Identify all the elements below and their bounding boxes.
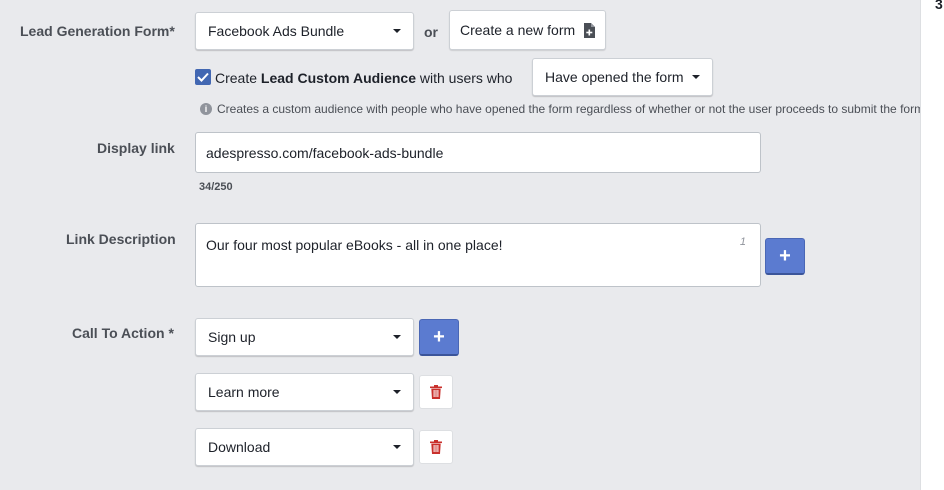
chevron-down-icon (393, 390, 401, 394)
custom-audience-text: Create Lead Custom Audience with users w… (215, 70, 512, 86)
audience-condition-select[interactable]: Have opened the form (532, 58, 713, 96)
preview-panel-edge-text: 3 (935, 0, 943, 12)
link-description-index: 1 (739, 236, 746, 248)
link-description-textarea[interactable]: Our four most popular eBooks - all in on… (195, 223, 761, 287)
create-new-form-button[interactable]: Create a new form (449, 10, 606, 50)
add-call-to-action-button[interactable]: + (419, 319, 459, 356)
audience-info-text: Creates a custom audience with people wh… (217, 102, 925, 116)
display-link-value: adespresso.com/facebook-ads-bundle (206, 144, 444, 161)
cta-select-3-value: Download (208, 439, 271, 455)
display-link-counter: 34/250 (199, 181, 233, 193)
chevron-down-icon (692, 75, 700, 79)
display-link-input[interactable]: adespresso.com/facebook-ads-bundle (195, 132, 761, 173)
delete-cta-3-button[interactable] (419, 430, 453, 464)
display-link-label: Display link (97, 140, 175, 156)
link-description-label: Link Description (66, 231, 176, 247)
cta-select-3[interactable]: Download (195, 428, 414, 466)
audience-text-bold: Lead Custom Audience (260, 70, 416, 86)
call-to-action-label: Call To Action * (72, 325, 174, 341)
delete-cta-2-button[interactable] (419, 375, 453, 409)
custom-audience-checkbox[interactable] (195, 69, 211, 85)
chevron-down-icon (393, 445, 401, 449)
create-new-form-label: Create a new form (460, 22, 576, 38)
cta-select-2[interactable]: Learn more (195, 373, 414, 411)
lead-form-selected-value: Facebook Ads Bundle (208, 23, 345, 39)
chevron-down-icon (393, 335, 401, 339)
cta-select-2-value: Learn more (208, 384, 280, 400)
trash-icon (430, 440, 442, 454)
new-file-icon (583, 22, 596, 38)
add-link-description-button[interactable]: + (765, 238, 805, 275)
trash-icon (430, 385, 442, 399)
info-icon: i (200, 103, 212, 115)
lead-form-label: Lead Generation Form* (20, 23, 175, 39)
cta-select-1-value: Sign up (208, 329, 256, 345)
ad-editor-panel: Lead Generation Form* Facebook Ads Bundl… (0, 0, 944, 490)
audience-text-suffix: with users who (415, 70, 513, 86)
checkmark-icon (197, 72, 209, 82)
or-text: or (424, 24, 438, 40)
audience-condition-value: Have opened the form (545, 69, 684, 85)
preview-panel-edge: 3 (920, 0, 944, 490)
chevron-down-icon (393, 29, 401, 33)
cta-select-1[interactable]: Sign up (195, 318, 414, 356)
link-description-value: Our four most popular eBooks - all in on… (206, 237, 503, 253)
lead-form-select[interactable]: Facebook Ads Bundle (195, 12, 414, 50)
audience-text-prefix: Create (215, 70, 261, 86)
